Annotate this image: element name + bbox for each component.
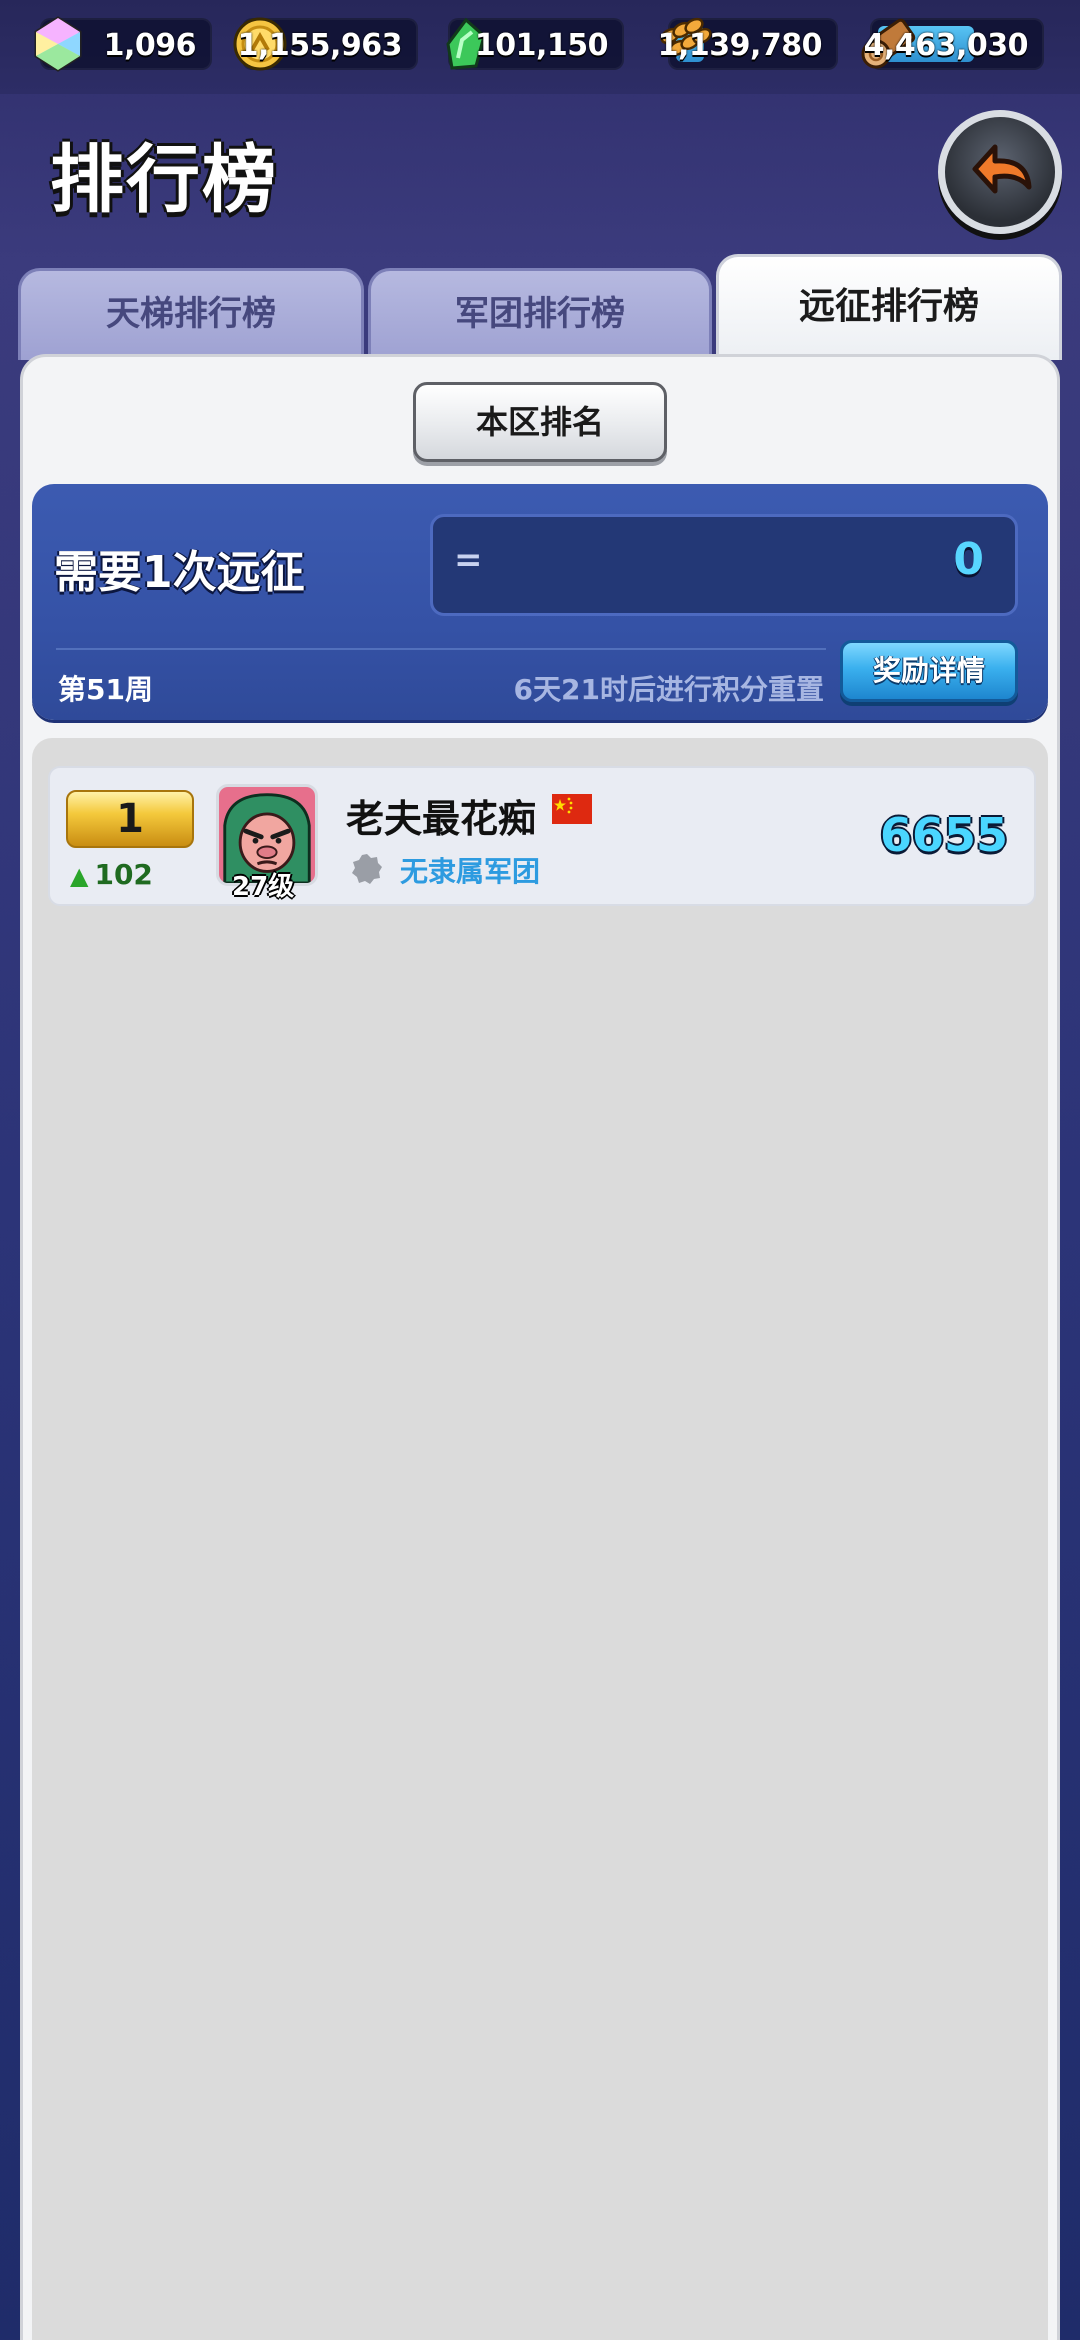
page-title: 排行榜 [50,137,278,223]
resource-jade[interactable]: 101,150 [446,17,624,70]
rank-badge: 1 [66,790,194,848]
resource-bar: 1,096 1,155,963 101,150 1,139,780 4,463,… [0,0,1080,94]
rank-change: ▲ 102 [70,858,153,891]
resource-gem-value: 1,096 [103,28,197,63]
resource-wood[interactable]: 4,463,030 [861,18,1044,70]
gem-icon [34,16,82,72]
back-arrow-icon [972,144,1032,194]
resource-gem[interactable]: 1,096 [34,16,212,72]
requirement-value-box [430,514,1018,616]
tab-expedition[interactable]: 远征排行榜 [716,254,1062,360]
resource-jade-value: 101,150 [474,28,609,63]
resource-food[interactable]: 1,139,780 [658,17,838,70]
reward-details-button[interactable]: 奖励详情 [840,640,1018,702]
back-button[interactable] [938,110,1062,234]
player-level: 27级 [232,872,295,902]
player-name: 老夫最花痴 [346,797,537,841]
rank-up-icon: ▲ [70,862,89,890]
region-ranking-button[interactable]: 本区排名 [413,382,667,462]
resource-gold[interactable]: 1,155,963 [233,17,418,71]
tab-ladder[interactable]: 天梯排行榜 [18,268,364,360]
resource-wood-value: 4,463,030 [863,28,1029,63]
tab-legion[interactable]: 军团排行榜 [368,268,712,360]
rank-change-value: 102 [94,858,153,891]
china-flag-icon [552,794,592,824]
info-divider [56,648,826,650]
requirement-value: 0 [953,534,984,585]
resource-gold-value: 1,155,963 [237,28,403,63]
ranking-list[interactable] [32,738,1048,2340]
player-score: 6655 [880,808,1009,862]
guild-emblem-icon [352,854,382,884]
week-label: 第51周 [58,673,153,706]
requirement-symbol: = [454,540,483,580]
resource-food-value: 1,139,780 [657,28,823,63]
requirement-label: 需要1次远征 [54,547,305,598]
player-guild: 无隶属军团 [400,855,541,888]
reset-countdown: 6天21时后进行积分重置 [513,673,824,706]
